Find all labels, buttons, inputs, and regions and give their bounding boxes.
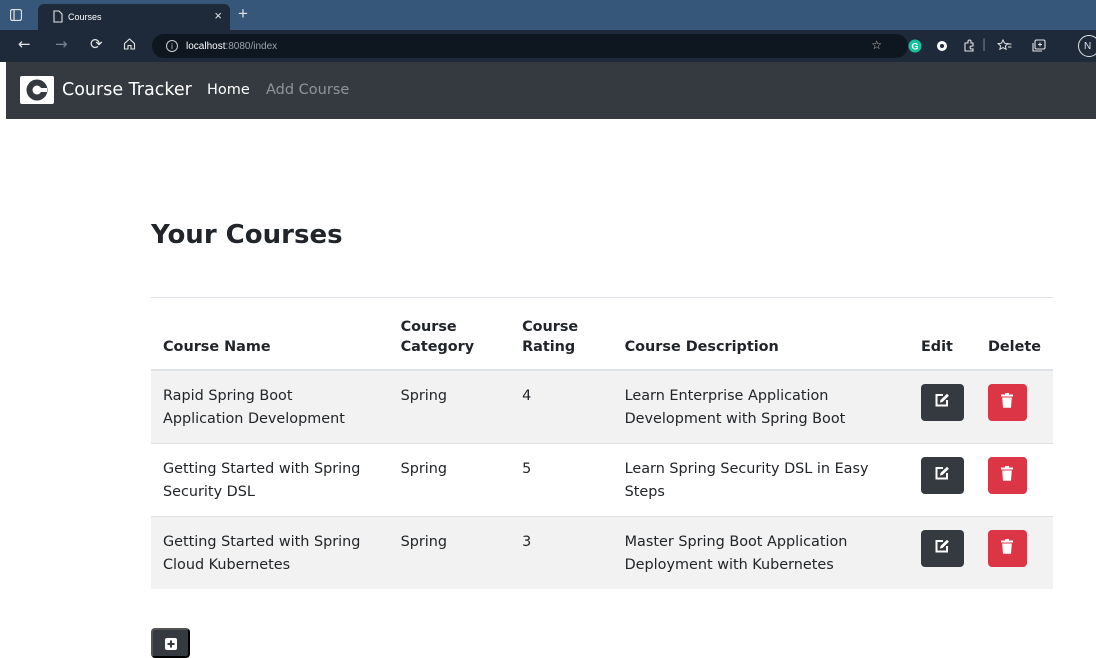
delete-cell [975,515,1053,589]
home-icon[interactable] [123,36,136,54]
header-course-name: Course Name [151,297,389,371]
nav-add-course-link[interactable]: Add Course [266,82,349,98]
tab-title: Courses [68,12,102,22]
edit-button[interactable] [920,529,964,567]
forward-icon[interactable]: → [55,35,68,53]
trash-icon [1001,539,1014,557]
delete-button[interactable] [987,456,1027,494]
course-description-cell: Learn Enterprise Application Development… [612,369,909,443]
header-delete: Delete [975,297,1053,371]
course-tracker-logo-icon [20,76,54,104]
course-category-cell: Spring [388,515,511,589]
extension-dot-icon[interactable] [935,38,949,57]
courses-table-container: Course Name Course Category Course Ratin… [151,297,1053,589]
trash-icon [1001,393,1014,411]
delete-cell [975,369,1053,443]
extensions-icon[interactable] [962,38,976,57]
header-course-description: Course Description [612,297,909,371]
browser-tab-strip: Courses × + [0,0,1096,30]
grammarly-icon[interactable]: G [908,38,922,57]
edit-cell [908,369,976,443]
header-course-category: Course Category [388,297,511,371]
new-tab-icon[interactable]: + [238,4,248,24]
edit-cell [908,442,976,516]
profile-icon[interactable]: N [1078,35,1096,57]
collections-icon[interactable] [1032,38,1047,57]
tab-close-icon[interactable]: × [214,8,222,23]
page-title: Your Courses [151,220,343,250]
add-course-button[interactable] [151,628,190,658]
page-icon [53,10,63,25]
edit-icon [934,466,950,484]
delete-button[interactable] [987,383,1027,421]
sidebar-icon[interactable] [8,7,24,23]
course-rating-cell: 3 [510,515,613,589]
url-path: :8080/index [225,40,278,52]
table-row: Rapid Spring Boot Application Developmen… [151,369,1053,443]
svg-text:G: G [911,42,918,52]
table-row: Getting Started with Spring Security DSL… [151,442,1053,516]
course-description-cell: Learn Spring Security DSL in Easy Steps [612,442,909,516]
course-name-cell: Getting Started with Spring Cloud Kubern… [151,515,389,589]
url-host: localhost [186,40,226,52]
table-row: Getting Started with Spring Cloud Kubern… [151,515,1053,589]
course-category-cell: Spring [388,442,511,516]
plus-square-icon [164,638,177,656]
course-name-cell: Rapid Spring Boot Application Developmen… [151,369,389,443]
edit-button[interactable] [920,456,964,494]
browser-toolbar: ← → ⟳ i localhost:8080/index ☆ G | [0,30,1096,62]
url-field[interactable]: i localhost:8080/index ☆ [152,34,908,58]
course-name-cell: Getting Started with Spring Security DSL [151,442,389,516]
delete-cell [975,442,1053,516]
courses-table: Course Name Course Category Course Ratin… [151,297,1053,589]
edit-button[interactable] [920,383,964,421]
edit-cell [908,515,976,589]
trash-icon [1001,466,1014,484]
toolbar-divider: | [982,37,987,51]
favorites-icon[interactable] [996,38,1012,57]
back-icon[interactable]: ← [18,35,31,53]
brand-name: Course Tracker [62,80,192,100]
header-edit: Edit [908,297,976,371]
edit-icon [934,393,950,411]
refresh-icon[interactable]: ⟳ [90,35,103,53]
course-rating-cell: 4 [510,369,613,443]
browser-tab[interactable]: Courses × [38,4,230,30]
info-icon[interactable]: i [166,40,178,52]
nav-home-link[interactable]: Home [207,82,250,98]
app-navbar: Course Tracker Home Add Course [6,62,1096,119]
table-header: Course Name Course Category Course Ratin… [151,297,1053,371]
brand[interactable]: Course Tracker [20,76,192,104]
header-course-rating: Course Rating [510,297,613,371]
add-favorite-icon[interactable]: ☆ [871,38,882,52]
course-description-cell: Master Spring Boot Application Deploymen… [612,515,909,589]
course-rating-cell: 5 [510,442,613,516]
edit-icon [934,539,950,557]
course-category-cell: Spring [388,369,511,443]
delete-button[interactable] [987,529,1027,567]
